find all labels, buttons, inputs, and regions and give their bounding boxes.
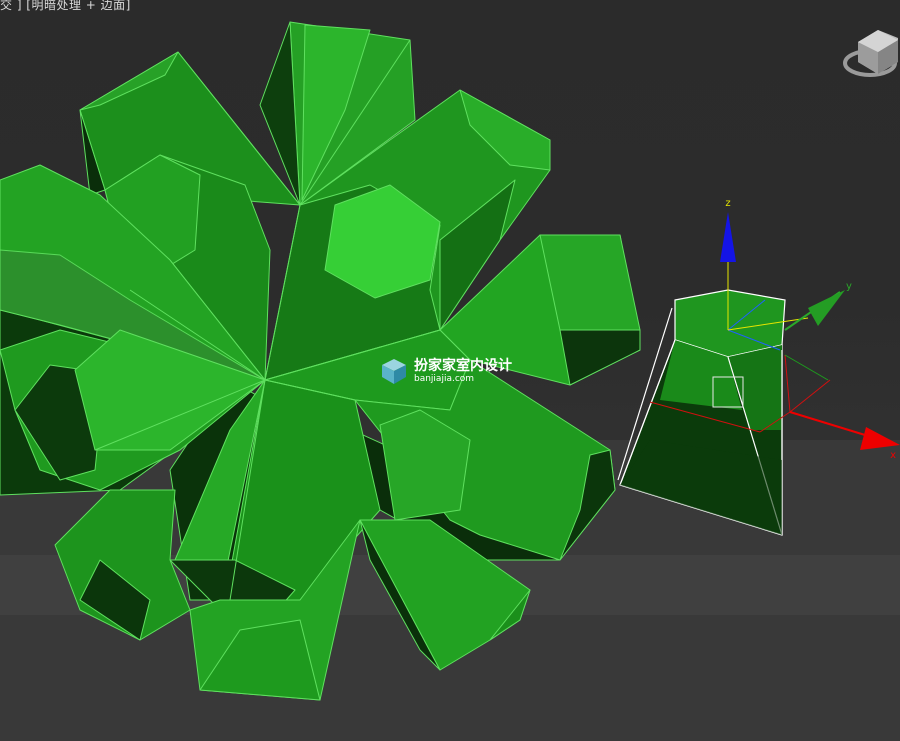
watermark-title: 扮家家室内设计	[414, 357, 512, 374]
perspective-viewport[interactable]: z y x 交 ] [明暗处理 + 边面] 扮家家室内设计 banjiajia.…	[0, 0, 900, 741]
z-axis-label: z	[725, 198, 730, 209]
viewcube-icon[interactable]	[843, 30, 898, 77]
watermark: 扮家家室内设计 banjiajia.com	[380, 357, 512, 385]
y-axis-handle[interactable]: y	[784, 281, 852, 331]
z-axis-handle[interactable]: z	[720, 198, 736, 262]
viewport-label[interactable]: 交 ] [明暗处理 + 边面]	[0, 0, 131, 13]
banjiajia-logo-icon	[382, 359, 406, 384]
x-axis-label: x	[890, 450, 896, 461]
watermark-url: banjiajia.com	[414, 373, 475, 384]
y-axis-label: y	[846, 281, 852, 292]
